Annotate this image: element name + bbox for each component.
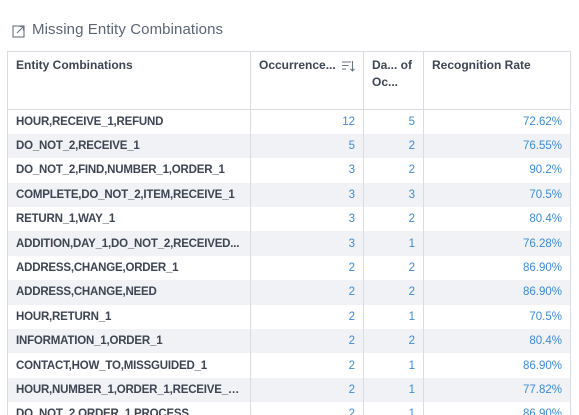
table-row[interactable]: ADDRESS,CHANGE,NEED 2 2 86.90% xyxy=(7,280,571,305)
table-row[interactable]: RETURN_1,WAY_1 3 2 80.4% xyxy=(7,207,571,232)
days-of-occurrence-cell: 1 xyxy=(363,377,424,403)
occurrences-cell: 2 xyxy=(250,377,364,403)
days-of-occurrence-cell: 1 xyxy=(363,231,424,256)
recognition-rate-cell: 90.2% xyxy=(423,158,571,183)
days-of-occurrence-cell: 2 xyxy=(363,133,424,159)
occurrences-cell: 2 xyxy=(250,304,364,330)
entity-combination-cell: DO_NOT_2,RECEIVE_1 xyxy=(7,133,251,159)
table-row[interactable]: COMPLETE,DO_NOT_2,ITEM,RECEIVE_1 3 3 70.5% xyxy=(7,182,571,208)
occurrences-cell: 3 xyxy=(250,182,364,208)
entity-combination-cell: COMPLETE,DO_NOT_2,ITEM,RECEIVE_1 xyxy=(7,182,251,208)
occurrences-cell: 3 xyxy=(250,231,364,256)
days-of-occurrence-cell: 2 xyxy=(363,329,424,354)
recognition-rate-cell: 80.4% xyxy=(423,207,571,232)
occurrences-cell: 12 xyxy=(250,109,364,134)
occurrences-cell: 5 xyxy=(250,133,364,159)
sort-descending-icon[interactable] xyxy=(341,59,355,73)
days-of-occurrence-cell: 2 xyxy=(363,280,424,305)
occurrences-cell: 2 xyxy=(250,255,364,281)
entity-combination-cell: ADDITION,DAY_1,DO_NOT_2,RECEIVED... xyxy=(7,231,251,256)
recognition-rate-cell: 76.28% xyxy=(423,231,571,256)
recognition-rate-cell: 80.4% xyxy=(423,329,571,354)
occurrences-cell: 3 xyxy=(250,207,364,232)
table-row[interactable]: HOUR,RECEIVE_1,REFUND 12 5 72.62% xyxy=(7,109,571,134)
column-header-entity-combinations[interactable]: Entity Combinations xyxy=(7,51,251,110)
table-row[interactable]: DO_NOT_2,RECEIVE_1 5 2 76.55% xyxy=(7,133,571,159)
entity-combination-cell: ADDRESS,CHANGE,ORDER_1 xyxy=(7,255,251,281)
entity-combination-cell: ADDRESS,CHANGE,NEED xyxy=(7,280,251,305)
missing-entity-combinations-panel: Missing Entity Combinations Entity Combi… xyxy=(0,0,579,415)
occurrences-cell: 2 xyxy=(250,329,364,354)
recognition-rate-cell: 86.90% xyxy=(423,402,571,415)
table-row[interactable]: INFORMATION_1,ORDER_1 2 2 80.4% xyxy=(7,329,571,354)
entity-combination-cell: DO_NOT_2,FIND,NUMBER_1,ORDER_1 xyxy=(7,158,251,183)
table-row[interactable]: DO_NOT_2,ORDER_1,PROCESS 2 1 86.90% xyxy=(7,402,571,415)
recognition-rate-cell: 77.82% xyxy=(423,377,571,403)
recognition-rate-cell: 72.62% xyxy=(423,109,571,134)
table-row[interactable]: ADDRESS,CHANGE,ORDER_1 2 2 86.90% xyxy=(7,255,571,281)
recognition-rate-cell: 86.90% xyxy=(423,353,571,378)
entity-combination-cell: DO_NOT_2,ORDER_1,PROCESS xyxy=(7,402,251,415)
table-header-row: Entity Combinations Occurrence... Da... … xyxy=(7,51,571,110)
entity-combination-cell: HOUR,NUMBER_1,ORDER_1,RECEIVE_1,R... xyxy=(7,377,251,403)
recognition-rate-cell: 86.90% xyxy=(423,280,571,305)
entity-combinations-table: Entity Combinations Occurrence... Da... … xyxy=(7,51,571,415)
panel-header: Missing Entity Combinations xyxy=(12,18,223,40)
days-of-occurrence-cell: 1 xyxy=(363,402,424,415)
table-row[interactable]: CONTACT,HOW_TO,MISSGUIDED_1 2 1 86.90% xyxy=(7,353,571,378)
entity-combination-cell: CONTACT,HOW_TO,MISSGUIDED_1 xyxy=(7,353,251,378)
entity-combination-cell: HOUR,RETURN_1 xyxy=(7,304,251,330)
occurrences-cell: 3 xyxy=(250,158,364,183)
table-row[interactable]: ADDITION,DAY_1,DO_NOT_2,RECEIVED... 3 1 76.… xyxy=(7,231,571,256)
occurrences-cell: 2 xyxy=(250,402,364,415)
table-body: HOUR,RECEIVE_1,REFUND 12 5 72.62% DO_NOT_2,R… xyxy=(7,109,571,415)
recognition-rate-cell: 70.5% xyxy=(423,304,571,330)
external-link-icon[interactable] xyxy=(12,24,26,38)
recognition-rate-cell: 70.5% xyxy=(423,182,571,208)
column-header-recognition-rate[interactable]: Recognition Rate xyxy=(423,51,571,110)
days-of-occurrence-cell: 2 xyxy=(363,158,424,183)
column-header-occurrences[interactable]: Occurrence... xyxy=(250,51,364,110)
recognition-rate-cell: 86.90% xyxy=(423,255,571,281)
table-row[interactable]: HOUR,NUMBER_1,ORDER_1,RECEIVE_1,R... 2 1 77… xyxy=(7,377,571,403)
table-row[interactable]: HOUR,RETURN_1 2 1 70.5% xyxy=(7,304,571,330)
recognition-rate-cell: 76.55% xyxy=(423,133,571,159)
days-of-occurrence-cell: 3 xyxy=(363,182,424,208)
days-of-occurrence-cell: 2 xyxy=(363,255,424,281)
days-of-occurrence-cell: 5 xyxy=(363,109,424,134)
entity-combination-cell: HOUR,RECEIVE_1,REFUND xyxy=(7,109,251,134)
entity-combination-cell: INFORMATION_1,ORDER_1 xyxy=(7,329,251,354)
days-of-occurrence-cell: 1 xyxy=(363,304,424,330)
column-header-days-of-occurrence[interactable]: Da... of Oc... xyxy=(363,51,424,110)
days-of-occurrence-cell: 1 xyxy=(363,353,424,378)
entity-combination-cell: RETURN_1,WAY_1 xyxy=(7,207,251,232)
panel-title: Missing Entity Combinations xyxy=(32,20,224,38)
occurrences-cell: 2 xyxy=(250,353,364,378)
days-of-occurrence-cell: 2 xyxy=(363,207,424,232)
table-row[interactable]: DO_NOT_2,FIND,NUMBER_1,ORDER_1 3 2 90.2% xyxy=(7,158,571,183)
occurrences-cell: 2 xyxy=(250,280,364,305)
